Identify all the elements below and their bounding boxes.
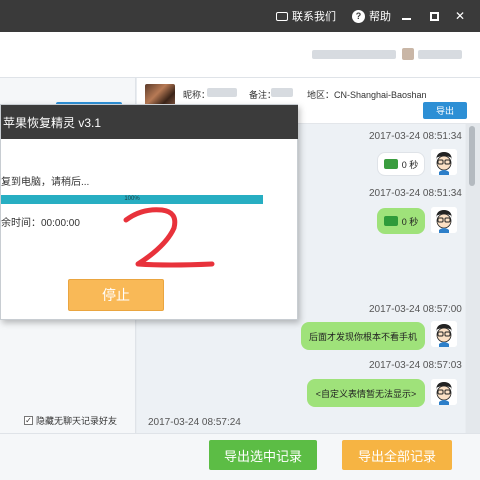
close-button[interactable]: ✕ [452, 8, 468, 24]
voice-message-bubble[interactable]: 0 秒 [377, 208, 425, 234]
help-label: 帮助 [369, 11, 391, 23]
contact-us-button[interactable]: 联系我们 [276, 8, 336, 24]
voice-duration: 0 秒 [401, 159, 419, 170]
message-text: 后面才发现你根本不看手机 [308, 331, 417, 342]
sender-avatar [431, 321, 457, 347]
sender-avatar [431, 207, 457, 233]
text-message-bubble[interactable]: 后面才发现你根本不看手机 [301, 322, 425, 350]
voice-duration: 0 秒 [401, 216, 419, 227]
chat-icon [276, 11, 288, 21]
message-timestamp: 2017-03-24 08:57:24 [148, 417, 241, 428]
account-avatar [402, 48, 414, 60]
export-selected-button[interactable]: 导出选中记录 [209, 440, 317, 470]
account-id-blurred [418, 50, 462, 59]
maximize-icon [429, 11, 439, 21]
progress-bar: 100% [1, 195, 263, 204]
remark-blurred [271, 88, 293, 97]
sender-avatar [431, 149, 457, 175]
handwritten-annotation-2 [123, 207, 215, 268]
message-timestamp: 2017-03-24 08:57:00 [369, 304, 462, 315]
voice-icon [383, 216, 398, 226]
dialog-title: 苹果恢复精灵 v3.1 [1, 105, 298, 139]
nickname-blurred [207, 88, 237, 97]
minimize-icon [401, 18, 411, 20]
export-all-button[interactable]: 导出全部记录 [342, 440, 452, 470]
voice-icon [383, 159, 398, 169]
hide-no-chat-label: 隐藏无聊天记录好友 [36, 416, 118, 426]
region-label: 地区：CN-Shanghai-Baoshan [307, 90, 427, 100]
progress-percent-label: 100% [124, 196, 140, 202]
close-icon: ✕ [454, 9, 466, 23]
help-icon: ? [352, 9, 365, 23]
hide-no-chat-checkbox[interactable]: ✓ 隐藏无聊天记录好友 [24, 414, 117, 427]
progress-status-text: 复到电脑，请稍后... [1, 177, 90, 188]
scroll-thumb[interactable] [469, 126, 475, 186]
minimize-button[interactable] [398, 8, 414, 24]
maximize-button[interactable] [426, 8, 442, 24]
remaining-time-text: 余时间：00:00:00 [1, 218, 80, 229]
export-button[interactable]: 导出 [423, 102, 467, 119]
sender-avatar [431, 379, 457, 405]
help-button[interactable]: ? 帮助 [352, 8, 391, 24]
message-timestamp: 2017-03-24 08:51:34 [369, 188, 462, 199]
chat-scrollbar[interactable] [466, 124, 480, 433]
nickname-label: 昵称： [183, 90, 211, 100]
account-name-blurred [312, 50, 396, 59]
message-text: <自定义表情暂无法显示> [315, 388, 417, 399]
message-timestamp: 2017-03-24 08:57:03 [369, 360, 462, 371]
account-header [0, 32, 480, 78]
stop-button[interactable]: 停止 [68, 279, 164, 311]
checkbox-icon[interactable]: ✓ [24, 416, 33, 425]
title-bar: 联系我们 ? 帮助 ✕ [0, 0, 480, 32]
voice-message-bubble[interactable]: 0 秒 [377, 152, 425, 176]
contact-us-label: 联系我们 [292, 11, 336, 23]
text-message-bubble[interactable]: <自定义表情暂无法显示> [307, 379, 425, 407]
message-timestamp: 2017-03-24 08:51:34 [369, 131, 462, 142]
